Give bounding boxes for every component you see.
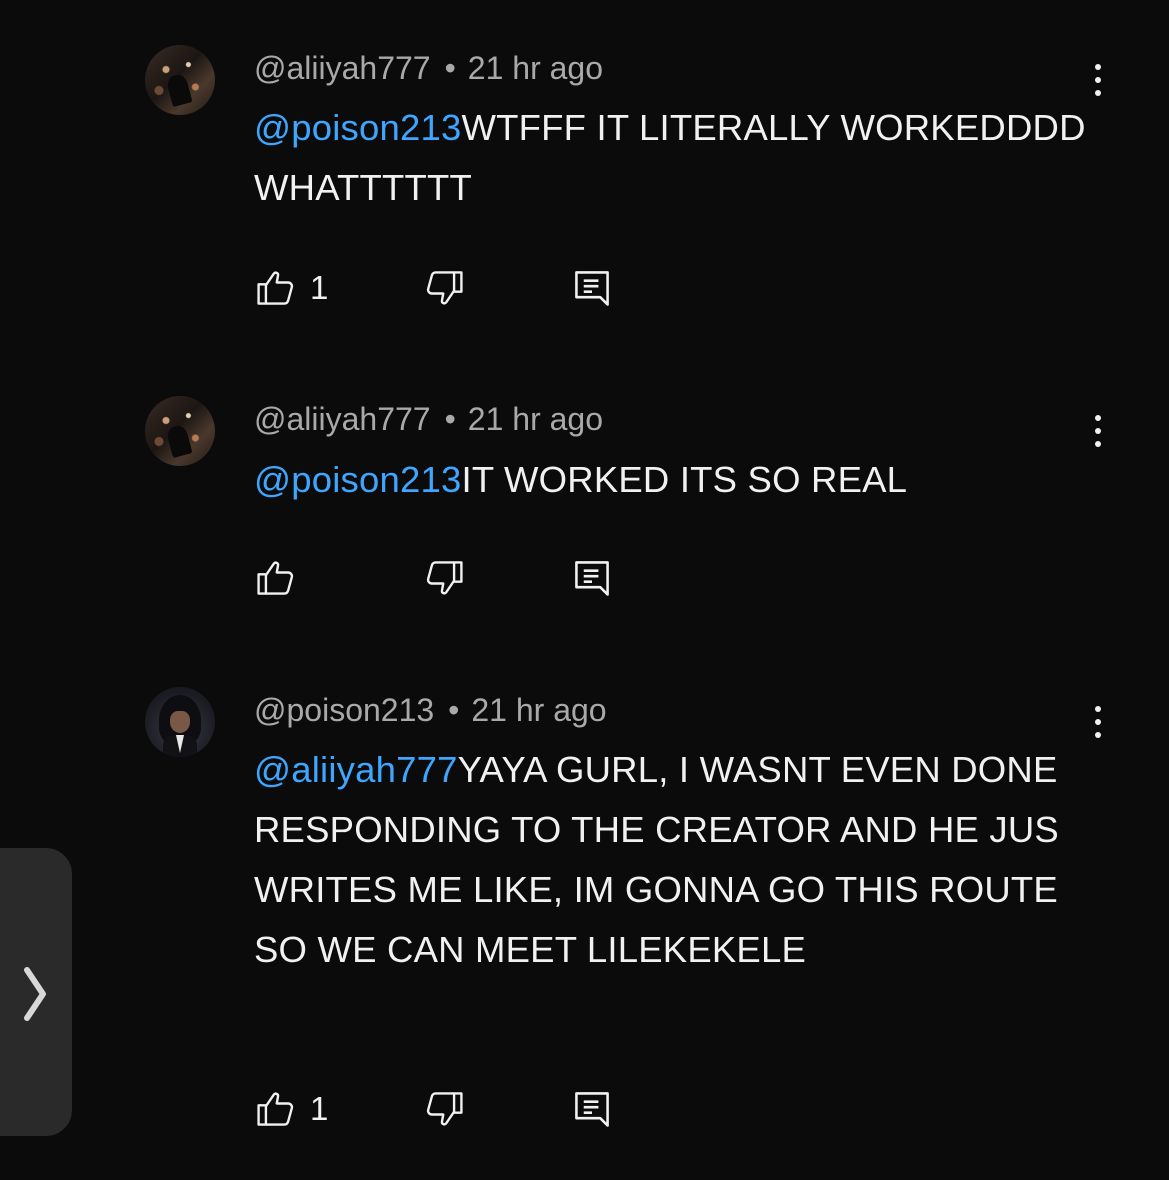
like-button[interactable]: 1 [254,263,328,313]
thumbs-down-icon [426,561,463,595]
like-count: 1 [310,1090,329,1127]
more-vertical-icon[interactable] [1084,58,1112,102]
timestamp[interactable]: 21 hr ago [468,401,603,437]
separator: • [444,401,456,437]
avatar[interactable] [145,687,215,757]
author-name[interactable]: @aliiyah777 [254,50,431,86]
reply-comment-icon [575,271,609,306]
author-name[interactable]: @poison213 [254,692,434,728]
comment-text: @poison213WTFFF IT LITERALLY WORKEDDDD W… [254,98,1094,218]
mention-link[interactable]: @poison213 [254,459,462,500]
avatar[interactable] [145,396,215,466]
separator: • [448,692,460,728]
comment-actions: 1 [254,263,674,313]
mention-link[interactable]: @poison213 [254,107,462,148]
dislike-button[interactable] [422,553,466,603]
reply-button[interactable] [570,1084,614,1134]
comment-text: @aliiyah777YAYA GURL, I WASNT EVEN DONE … [254,740,1084,980]
comment-meta: @aliiyah777 • 21 hr ago [254,48,603,88]
mention-link[interactable]: @aliiyah777 [254,749,458,790]
reply-comment-icon [575,561,609,596]
avatar[interactable] [145,45,215,115]
like-button[interactable] [254,553,310,603]
comment-text: @poison213IT WORKED ITS SO REAL [254,450,1094,510]
thumbs-up-icon [257,561,294,595]
comment-meta: @poison213 • 21 hr ago [254,690,607,730]
like-button[interactable]: 1 [254,1084,328,1134]
more-vertical-icon[interactable] [1084,409,1112,453]
timestamp[interactable]: 21 hr ago [468,50,603,86]
reply-button[interactable] [570,553,614,603]
author-name[interactable]: @aliiyah777 [254,401,431,437]
reply-button[interactable] [570,263,614,313]
like-count: 1 [310,269,329,306]
dislike-button[interactable] [422,1084,466,1134]
dislike-button[interactable] [422,263,466,313]
thumbs-down-icon [426,271,463,305]
comment-actions: 1 [254,1084,674,1134]
comment-meta: @aliiyah777 • 21 hr ago [254,399,603,439]
timestamp[interactable]: 21 hr ago [471,692,606,728]
thumbs-down-icon [426,1092,463,1126]
comment-actions [254,553,674,603]
thumbs-up-icon [257,271,294,305]
chevron-right-icon [24,967,46,1021]
separator: • [444,50,456,86]
thumbs-up-icon [257,1092,294,1126]
more-vertical-icon[interactable] [1084,700,1112,744]
reply-comment-icon [575,1092,609,1127]
comment-body: IT WORKED ITS SO REAL [461,459,908,500]
side-panel-toggle[interactable] [0,848,72,1136]
